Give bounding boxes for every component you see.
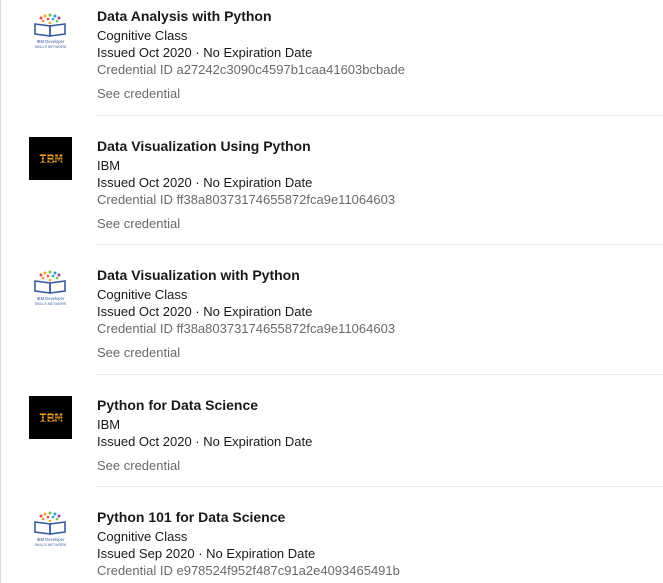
ibm-developer-skills-network-logo[interactable]: IBM Developer SKILLS NETWORK	[29, 509, 72, 552]
ibm-developer-skills-network-logo[interactable]: IBM Developer SKILLS NETWORK	[29, 11, 72, 54]
ibm-developer-skills-network-logo[interactable]: IBM Developer SKILLS NETWORK	[29, 268, 72, 311]
credential-issuer[interactable]: Cognitive Class	[97, 286, 395, 303]
ibm-logo[interactable]: IBM	[29, 137, 72, 180]
credential-issued-date: Issued Oct 2020 · No Expiration Date	[97, 45, 313, 60]
credential-title[interactable]: Data Visualization with Python	[97, 266, 395, 284]
logo-text-1: IBM Developer	[37, 39, 65, 44]
logo-text-2: SKILLS NETWORK	[35, 543, 67, 547]
credential-id: Credential ID a27242c3090c4597b1caa41603…	[97, 62, 405, 77]
credential-card: Data Visualization with Python Cognitive…	[97, 266, 395, 337]
credential-issued-date: Issued Oct 2020 · No Expiration Date	[97, 304, 313, 319]
see-credential-link[interactable]: See credential	[97, 215, 180, 232]
credential-issued-date: Issued Oct 2020 · No Expiration Date	[97, 175, 313, 190]
logo-text-1: IBM Developer	[37, 537, 65, 542]
credential-id: Credential ID ff38a80373174655872fca9e11…	[97, 321, 396, 336]
see-credential-link[interactable]: See credential	[97, 457, 180, 474]
see-credential-link[interactable]: See credential	[97, 344, 180, 361]
divider	[97, 374, 663, 375]
credential-card: Data Analysis with Python Cognitive Clas…	[97, 7, 405, 78]
credential-issued-date: Issued Sep 2020 · No Expiration Date	[97, 546, 316, 561]
credential-card: Python 101 for Data Science Cognitive Cl…	[97, 508, 400, 579]
licenses-certifications-list: IBM Developer SKILLS NETWORK Data Analys…	[0, 0, 663, 583]
credential-issuer[interactable]: IBM	[97, 157, 395, 174]
logo-text-1: IBM Developer	[37, 296, 65, 301]
divider	[97, 115, 663, 116]
logo-text-2: SKILLS NETWORK	[35, 45, 67, 49]
ibm-logo[interactable]: IBM	[29, 396, 72, 439]
credential-title[interactable]: Python for Data Science	[97, 396, 312, 414]
credential-id: Credential ID e978524f952f487c91a2e40934…	[97, 563, 400, 578]
logo-text-2: SKILLS NETWORK	[35, 302, 67, 306]
credential-title[interactable]: Data Analysis with Python	[97, 7, 405, 25]
credential-card: Python for Data Science IBM Issued Oct 2…	[97, 396, 312, 450]
credential-issuer[interactable]: Cognitive Class	[97, 528, 400, 545]
credential-issued-date: Issued Oct 2020 · No Expiration Date	[97, 434, 313, 449]
credential-issuer[interactable]: Cognitive Class	[97, 27, 405, 44]
see-credential-link[interactable]: See credential	[97, 85, 180, 102]
divider	[97, 486, 663, 487]
credential-title[interactable]: Python 101 for Data Science	[97, 508, 400, 526]
credential-title[interactable]: Data Visualization Using Python	[97, 137, 395, 155]
divider	[97, 244, 663, 245]
credential-id: Credential ID ff38a80373174655872fca9e11…	[97, 192, 396, 207]
credential-issuer[interactable]: IBM	[97, 416, 312, 433]
credential-card: Data Visualization Using Python IBM Issu…	[97, 137, 395, 208]
